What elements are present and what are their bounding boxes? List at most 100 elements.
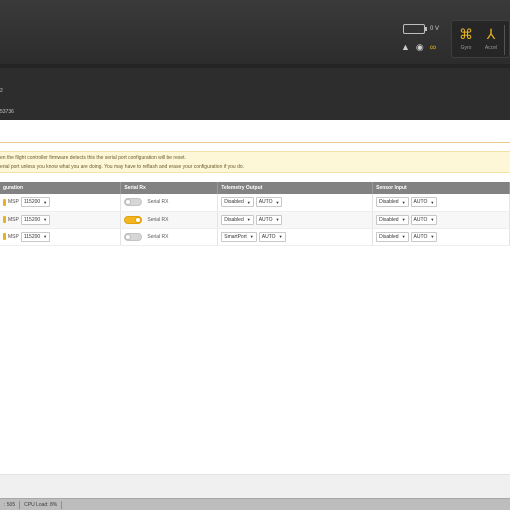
app-window: 0 V ▲ ◉ ∞ ⌘ Gyro ⅄ Accel 2 53736 en the … [0,0,510,510]
sensor-baud-select[interactable]: AUTO ▼ [410,214,438,225]
sensor-select[interactable]: Disabled ▼ [376,197,409,208]
msp-checkbox[interactable] [3,233,6,240]
table-row: MSP 115200 ▼ Serial RX Disabled ▼ AUTO ▼… [0,211,510,229]
info-line-1: 2 [0,88,3,94]
sensor-gyro: ⌘ Gyro [454,21,478,59]
chevron-down-icon: ▼ [246,217,251,222]
sensor-value: Disabled [379,233,399,240]
chevron-down-icon: ▼ [43,217,48,222]
chevron-down-icon: ▼ [278,234,283,239]
table-header-row: guration Serial Rx Telemetry Output Sens… [0,182,510,194]
msp-baud-select[interactable]: 115200 ▼ [20,231,51,242]
toggle-knob [135,216,142,223]
sensor-more [504,25,510,55]
wifi-icon: ◉ [415,42,424,52]
telemetry-select[interactable]: Disabled ▼ [221,197,254,208]
serial-rx-label: Serial RX [147,233,169,240]
chevron-down-icon: ▼ [249,234,254,239]
toggle-knob [125,233,132,240]
sensor-value: Disabled [379,199,399,206]
battery-tip [425,27,427,31]
serial-rx-toggle[interactable] [124,198,143,207]
chevron-down-icon: ▼ [401,199,406,205]
status-icons: ▲ ◉ ∞ [401,41,436,53]
ports-table: guration Serial Rx Telemetry Output Sens… [0,182,510,246]
sensor-gyro-label: Gyro [460,45,472,51]
header-serial-rx: Serial Rx [120,182,219,194]
note-line-1: en the flight controller firmware detect… [0,155,186,161]
serial-rx-label: Serial RX [147,199,169,206]
warning-note: en the flight controller firmware detect… [0,151,510,173]
chevron-down-icon: ▼ [401,217,406,222]
ports-content: en the flight controller firmware detect… [0,120,510,474]
sensor-value: Disabled [379,216,399,223]
chevron-down-icon: ▼ [430,199,435,205]
top-header: 0 V ▲ ◉ ∞ ⌘ Gyro ⅄ Accel [0,0,510,68]
sensor-cell: Disabled ▼ AUTO ▼ [372,194,510,212]
sensor-select[interactable]: Disabled ▼ [376,231,409,242]
link-icon: ∞ [429,42,437,52]
sensor-accel: ⅄ Accel [479,21,503,59]
msp-label: MSP [8,233,19,240]
msp-checkbox[interactable] [3,216,6,223]
config-cell: MSP 115200 ▼ [0,211,122,229]
telemetry-baud-select[interactable]: AUTO ▼ [255,197,283,208]
sensor-status-panel: ⌘ Gyro ⅄ Accel [451,20,510,58]
chevron-down-icon: ▼ [246,199,251,205]
sensor-cell: Disabled ▼ AUTO ▼ [372,211,510,229]
footer-toolbar [0,474,510,498]
msp-baud-select[interactable]: 115200 ▼ [20,197,51,208]
serial-rx-cell: Serial RX [120,228,219,246]
msp-baud-value: 115200 [23,199,41,206]
header-configuration: guration [0,182,122,194]
msp-baud-select[interactable]: 115200 ▼ [20,214,51,225]
chevron-down-icon: ▼ [43,234,48,239]
msp-baud-value: 115200 [23,216,41,223]
sensor-baud-value: AUTO [413,233,428,240]
msp-baud-value: 115200 [23,233,41,240]
info-panel: 2 53736 [0,68,510,120]
sensor-baud-value: AUTO [413,216,428,223]
msp-label: MSP [8,199,19,206]
telemetry-select[interactable]: SmartPort ▼ [221,231,257,242]
telemetry-baud-value: AUTO [261,233,276,240]
chevron-down-icon: ▼ [430,217,435,222]
chevron-down-icon: ▼ [401,234,406,239]
table-row: MSP 115200 ▼ Serial RX Disabled ▼ AUTO ▼… [0,194,510,212]
telemetry-select[interactable]: Disabled ▼ [221,214,254,225]
telemetry-baud-value: AUTO [258,199,273,206]
battery-icon [403,24,425,34]
warning-icon: ▲ [401,42,410,52]
telemetry-baud-select[interactable]: AUTO ▼ [258,231,286,242]
section-divider [0,142,510,143]
serial-rx-toggle[interactable] [124,232,143,241]
chevron-down-icon: ▼ [275,199,280,205]
config-cell: MSP 115200 ▼ [0,194,122,212]
sensor-baud-select[interactable]: AUTO ▼ [410,231,438,242]
table-row: MSP 115200 ▼ Serial RX SmartPort ▼ AUTO … [0,228,510,246]
telemetry-cell: Disabled ▼ AUTO ▼ [217,211,374,229]
accel-icon: ⅄ [486,26,496,42]
chevron-down-icon: ▼ [430,234,435,239]
config-cell: MSP 115200 ▼ [0,228,122,246]
sensor-cell: Disabled ▼ AUTO ▼ [372,228,510,246]
serial-rx-cell: Serial RX [120,194,219,212]
gyro-icon: ⌘ [459,26,473,42]
status-cpu-load: CPU Load: 8% [20,500,63,509]
header-sensor-input: Sensor Input [372,182,510,194]
sensor-baud-value: AUTO [413,199,428,206]
telemetry-cell: SmartPort ▼ AUTO ▼ [217,228,374,246]
sensor-accel-label: Accel [484,45,498,51]
status-packet-error: : 505 [0,500,21,509]
chevron-down-icon: ▼ [275,217,280,222]
serial-rx-toggle[interactable] [124,215,143,224]
note-line-2: erial port unless you know what you are … [0,164,245,170]
msp-label: MSP [8,216,19,223]
telemetry-value: Disabled [224,216,244,223]
msp-checkbox[interactable] [3,198,6,206]
status-bar: : 505 CPU Load: 8% [0,498,510,510]
telemetry-baud-select[interactable]: AUTO ▼ [255,214,283,225]
sensor-baud-select[interactable]: AUTO ▼ [410,197,438,208]
sensor-select[interactable]: Disabled ▼ [376,214,409,225]
telemetry-baud-value: AUTO [258,216,273,223]
